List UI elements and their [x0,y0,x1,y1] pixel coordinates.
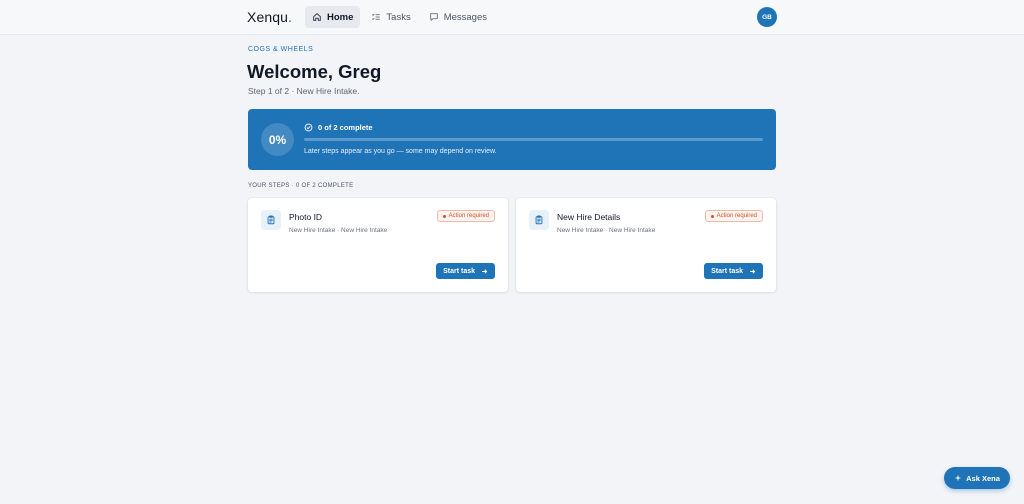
status-badge-label: Action required [716,213,757,219]
arrow-right-icon [482,268,488,274]
page-title: Welcome, Greg [247,61,382,82]
task-title: Photo ID [289,212,323,222]
task-card-new-hire-details: New Hire Details New Hire Intake · New H… [516,198,776,292]
nav-messages[interactable]: Messages [422,6,494,28]
nav-tasks-label: Tasks [386,11,411,23]
home-icon [313,13,321,21]
nav-home[interactable]: Home [305,6,361,28]
steps-section-label: YOUR STEPS · 0 OF 2 COMPLETE [248,183,354,189]
nav-tasks[interactable]: Tasks [364,6,417,28]
task-meta: New Hire Intake · New Hire Intake [557,227,656,234]
app-logo[interactable]: Xenqu. [247,9,292,25]
status-badge: Action required [704,210,763,222]
arrow-right-icon [750,268,756,274]
progress-percent: 0% [261,123,294,156]
page-subtitle: Step 1 of 2 · New Hire Intake. [248,86,360,96]
clipboard-icon [261,210,281,230]
progress-status: 0 of 2 complete [304,123,373,132]
clipboard-icon [529,210,549,230]
task-card-photo-id: Photo ID New Hire Intake · New Hire Inta… [248,198,508,292]
message-icon [429,13,438,21]
nav-messages-label: Messages [443,11,488,23]
ask-xena-button[interactable]: Ask Xena [944,467,1010,489]
logo-text: Xenqu [247,9,288,25]
progress-note: Later steps appear as you go — some may … [304,148,497,155]
main-nav: Home Tasks Messages [305,6,494,28]
start-task-button[interactable]: Start task [436,263,495,279]
status-badge-label: Action required [448,213,489,219]
list-icon [372,13,381,21]
progress-bar [304,138,763,141]
start-task-button[interactable]: Start task [704,263,763,279]
task-title: New Hire Details [557,212,621,222]
progress-status-text: 0 of 2 complete [318,123,373,132]
user-avatar[interactable]: GB [757,7,777,27]
status-dot-icon [710,214,714,218]
start-task-label: Start task [443,267,475,275]
nav-home-label: Home [327,11,354,23]
sparkle-icon [954,474,962,482]
status-badge: Action required [436,210,495,222]
start-task-label: Start task [711,267,743,275]
logo-dot: . [287,9,292,25]
company-name: COGS & WHEELS [248,46,314,53]
check-circle-icon [304,123,313,132]
top-navigation-bar: Xenqu. Home Tasks Messages GB [0,0,1024,35]
progress-panel: 0% 0 of 2 complete Later steps appear as… [248,109,776,170]
task-meta: New Hire Intake · New Hire Intake [289,227,388,234]
status-dot-icon [442,214,446,218]
ask-xena-label: Ask Xena [966,473,1000,483]
